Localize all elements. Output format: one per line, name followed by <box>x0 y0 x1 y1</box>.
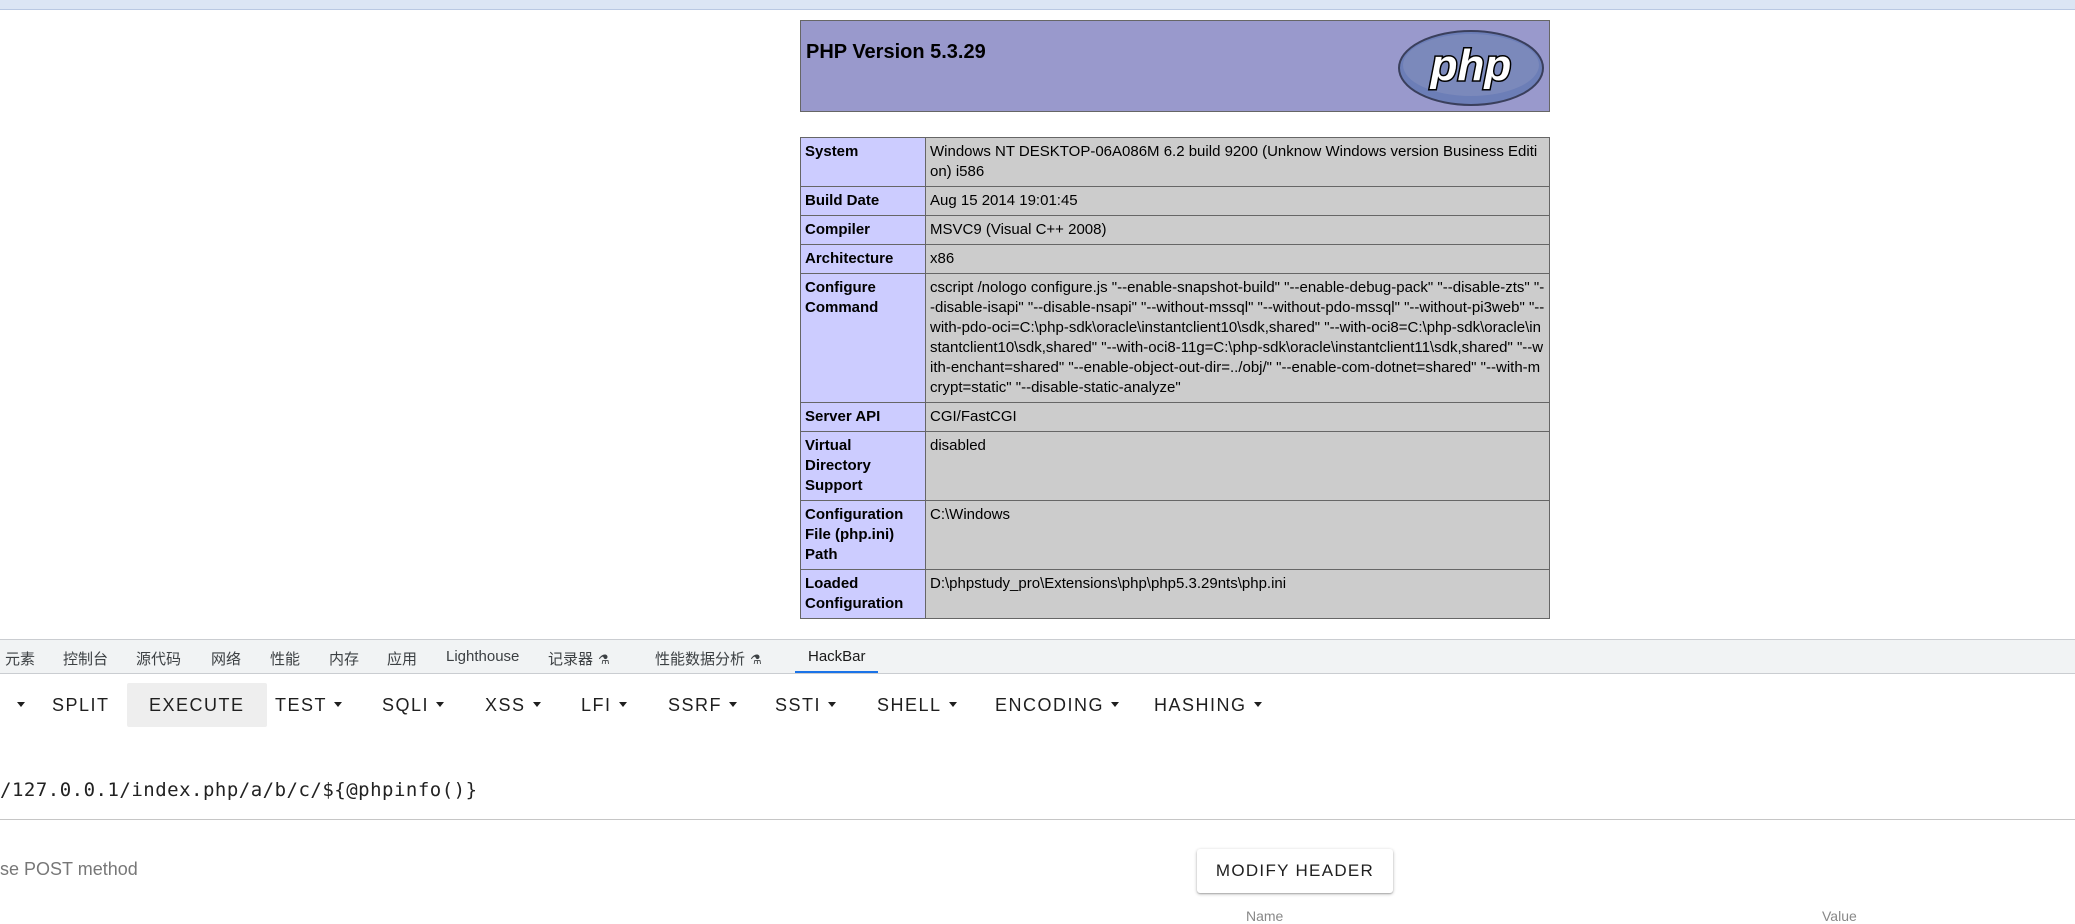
row-value: disabled <box>925 431 1550 501</box>
tab-lighthouse[interactable]: Lighthouse <box>446 648 519 665</box>
encoding-menu-label: ENCODING <box>995 695 1105 715</box>
devtools-panel: 元素 控制台 源代码 网络 性能 内存 应用 Lighthouse 记录器 ⚗ 性… <box>0 639 2075 924</box>
row-label: Loaded Configuration <box>800 569 926 619</box>
table-row: Virtual Directory Support disabled <box>800 431 1550 501</box>
split-button[interactable]: SPLIT <box>52 683 110 727</box>
lfi-menu-label: LFI <box>581 695 612 715</box>
table-row: System Windows NT DESKTOP-06A086M 6.2 bu… <box>800 137 1550 187</box>
tab-hackbar[interactable]: HackBar <box>808 648 866 665</box>
row-label: Virtual Directory Support <box>800 431 926 501</box>
row-label: Architecture <box>800 244 926 274</box>
execute-button[interactable]: EXECUTE <box>127 683 267 727</box>
menu-dropdown-button[interactable] <box>10 683 25 727</box>
use-post-method-checkbox-label[interactable]: se POST method <box>0 859 138 880</box>
chevron-down-icon <box>532 701 541 707</box>
xss-menu-label: XSS <box>485 695 526 715</box>
tab-elements[interactable]: 元素 <box>5 648 35 669</box>
chevron-down-icon <box>1253 701 1262 707</box>
row-value: Aug 15 2014 19:01:45 <box>925 186 1550 216</box>
test-menu-label: TEST <box>275 695 328 715</box>
header-name-column: Name <box>1246 908 1284 924</box>
row-value: Windows NT DESKTOP-06A086M 6.2 build 920… <box>925 137 1550 187</box>
shell-menu-label: SHELL <box>877 695 942 715</box>
chevron-down-icon <box>948 701 957 707</box>
row-label: Build Date <box>800 186 926 216</box>
flask-icon: ⚗ <box>750 652 762 667</box>
chevron-down-icon <box>729 701 738 707</box>
row-label: Server API <box>800 402 926 432</box>
hashing-menu-label: HASHING <box>1154 695 1247 715</box>
row-value: D:\phpstudy_pro\Extensions\php\php5.3.29… <box>925 569 1550 619</box>
ssti-menu-button[interactable]: SSTI <box>775 683 837 727</box>
encoding-menu-button[interactable]: ENCODING <box>995 683 1120 727</box>
tab-application[interactable]: 应用 <box>387 648 417 669</box>
chevron-down-icon <box>436 701 445 707</box>
ssrf-menu-button[interactable]: SSRF <box>668 683 738 727</box>
tab-recorder-label: 记录器 <box>548 651 594 668</box>
row-value: MSVC9 (Visual C++ 2008) <box>925 215 1550 245</box>
header-value-column: Value <box>1822 908 1857 924</box>
sqli-menu-label: SQLI <box>382 695 430 715</box>
row-label: Configure Command <box>800 273 926 403</box>
ssrf-menu-label: SSRF <box>668 695 723 715</box>
phpinfo-table: System Windows NT DESKTOP-06A086M 6.2 bu… <box>800 137 1550 619</box>
row-value: x86 <box>925 244 1550 274</box>
active-tab-indicator <box>795 671 878 673</box>
tab-performance-insights[interactable]: 性能数据分析 ⚗ <box>655 648 762 669</box>
row-value: cscript /nologo configure.js "--enable-s… <box>925 273 1550 403</box>
sqli-menu-button[interactable]: SQLI <box>382 683 445 727</box>
table-row: Configure Command cscript /nologo config… <box>800 273 1550 403</box>
shell-menu-button[interactable]: SHELL <box>877 683 957 727</box>
page-title: PHP Version 5.3.29 <box>806 41 986 63</box>
hackbar-toolbar: SPLIT EXECUTE TEST SQLI XSS LFI SSRF SST… <box>0 683 1400 727</box>
table-row: Loaded Configuration D:\phpstudy_pro\Ext… <box>800 569 1550 619</box>
php-logo[interactable]: php <box>1397 29 1545 107</box>
row-value: CGI/FastCGI <box>925 402 1550 432</box>
lfi-menu-button[interactable]: LFI <box>581 683 627 727</box>
phpinfo-page: PHP Version 5.3.29 php System Windows NT… <box>0 10 2075 639</box>
chevron-down-icon <box>618 701 627 707</box>
url-input-value[interactable]: /127.0.0.1/index.php/a/b/c/${@phpinfo()} <box>0 779 478 801</box>
table-row: Server API CGI/FastCGI <box>800 402 1550 432</box>
tab-console[interactable]: 控制台 <box>63 648 108 669</box>
tab-recorder[interactable]: 记录器 ⚗ <box>548 648 610 669</box>
tab-network[interactable]: 网络 <box>211 648 241 669</box>
row-value: C:\Windows <box>925 500 1550 570</box>
table-row: Compiler MSVC9 (Visual C++ 2008) <box>800 215 1550 245</box>
php-logo-text: php <box>1430 41 1512 90</box>
xss-menu-button[interactable]: XSS <box>485 683 541 727</box>
chevron-down-icon <box>828 701 837 707</box>
ssti-menu-label: SSTI <box>775 695 822 715</box>
phpinfo-container: PHP Version 5.3.29 php System Windows NT… <box>800 20 1550 619</box>
row-label: Compiler <box>800 215 926 245</box>
flask-icon: ⚗ <box>598 652 610 667</box>
table-row: Architecture x86 <box>800 244 1550 274</box>
tab-sources[interactable]: 源代码 <box>136 648 181 669</box>
phpinfo-header: PHP Version 5.3.29 php <box>800 20 1550 112</box>
hashing-menu-button[interactable]: HASHING <box>1154 683 1262 727</box>
chevron-down-icon <box>17 701 25 707</box>
devtools-tab-bar: 元素 控制台 源代码 网络 性能 内存 应用 Lighthouse 记录器 ⚗ 性… <box>0 639 2075 674</box>
tab-memory[interactable]: 内存 <box>329 648 359 669</box>
chevron-down-icon <box>334 701 343 707</box>
table-row: Configuration File (php.ini) Path C:\Win… <box>800 500 1550 570</box>
test-menu-button[interactable]: TEST <box>275 683 343 727</box>
tab-performance-insights-label: 性能数据分析 <box>655 651 746 668</box>
url-input[interactable]: /127.0.0.1/index.php/a/b/c/${@phpinfo()} <box>0 777 2075 820</box>
row-label: System <box>800 137 926 187</box>
row-label: Configuration File (php.ini) Path <box>800 500 926 570</box>
chevron-down-icon <box>1111 701 1120 707</box>
modify-header-button[interactable]: MODIFY HEADER <box>1197 849 1393 893</box>
browser-top-strip <box>0 0 2075 10</box>
tab-performance[interactable]: 性能 <box>270 648 300 669</box>
table-row: Build Date Aug 15 2014 19:01:45 <box>800 186 1550 216</box>
